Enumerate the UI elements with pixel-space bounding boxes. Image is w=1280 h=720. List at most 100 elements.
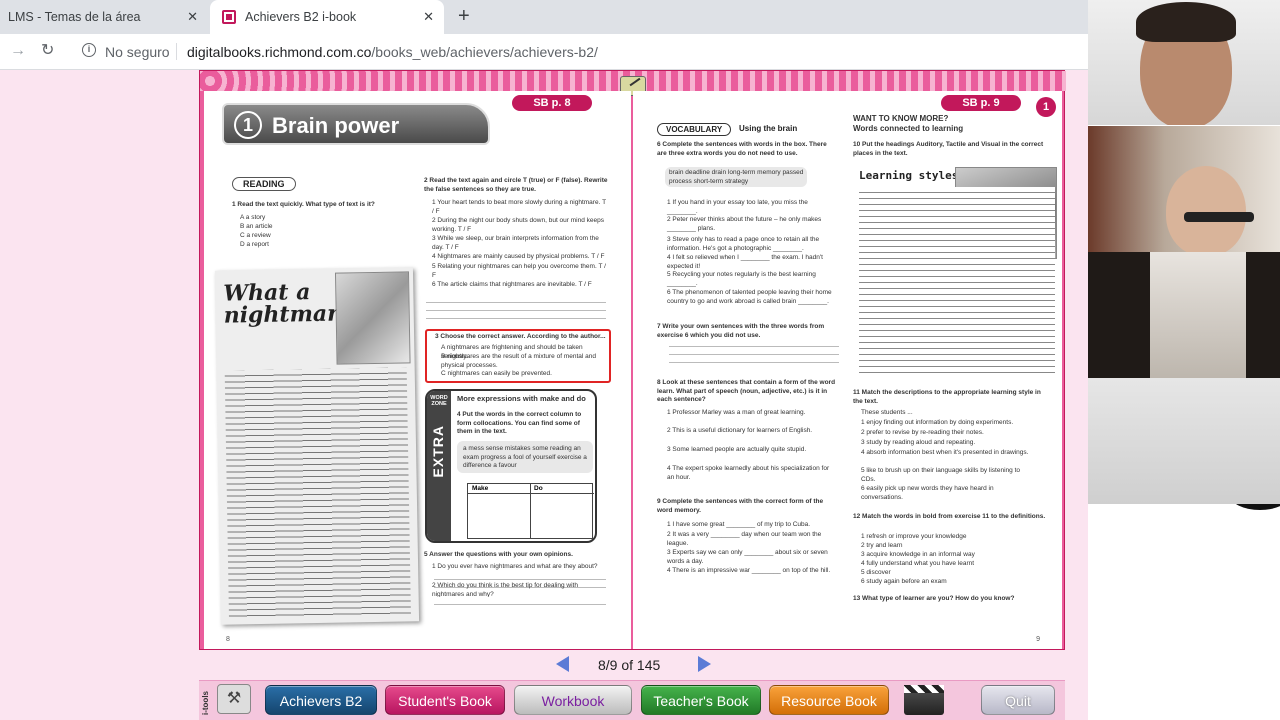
extra-title: More expressions with make and do xyxy=(457,394,586,403)
tab-label: LMS - Temas de la área xyxy=(8,10,141,24)
participant-video-5 xyxy=(1088,504,1280,720)
exercise-2: 2 Read the text again and circle T (true… xyxy=(424,177,608,193)
exercise-12: 12 Match the words in bold from exercise… xyxy=(853,513,1046,520)
url-host: digitalbooks.richmond.com.co xyxy=(187,44,372,60)
tab-lms[interactable]: LMS - Temas de la área ✕ xyxy=(0,0,208,34)
video-clapper-icon[interactable] xyxy=(904,685,944,715)
ex2-item: 5 Relating your nightmares can help you … xyxy=(432,263,606,279)
itools-label: i-tools xyxy=(201,691,210,715)
close-icon[interactable]: ✕ xyxy=(187,9,198,25)
make-do-table[interactable]: Make Do xyxy=(467,483,594,539)
page-indicator: 8/9 of 145 xyxy=(598,657,661,673)
ex9-item: 4 There is an impressive war ________ on… xyxy=(667,567,831,574)
reload-icon[interactable]: ↻ xyxy=(41,42,54,60)
workbook-button[interactable]: Workbook xyxy=(514,685,632,715)
ex8-item: 2 This is a useful dictionary for learne… xyxy=(667,427,813,434)
page-navigator: 8/9 of 145 xyxy=(556,656,716,674)
info-icon[interactable]: i xyxy=(82,43,96,57)
ex11-item: 4 absorb information best when it's pres… xyxy=(861,449,1029,456)
richmond-favicon-icon xyxy=(222,10,236,24)
participant-video-4 xyxy=(1088,378,1280,504)
forward-arrow-icon[interactable]: → xyxy=(10,42,26,60)
ex11-item: These students ... xyxy=(861,409,913,416)
answer-lines xyxy=(426,295,606,325)
ex9-item: 3 Experts say we can only ________ about… xyxy=(667,549,828,565)
ex2-item: 2 During the night our body shuts down, … xyxy=(432,217,604,233)
exercise-3-highlight[interactable]: 3 Choose the correct answer. According t… xyxy=(425,329,611,383)
ex2-item: 4 Nightmares are mainly caused by physic… xyxy=(432,253,605,260)
extra-band: WORD ZONE EXTRA xyxy=(427,391,451,541)
unit-number: 1 xyxy=(234,111,262,139)
ex12-item: 6 study again before an exam xyxy=(861,578,947,585)
teachers-book-button[interactable]: Teacher's Book xyxy=(641,685,761,715)
exercise-9: 9 Complete the sentences with the correc… xyxy=(657,498,824,514)
resource-book-button[interactable]: Resource Book xyxy=(769,685,889,715)
ex12-item: 3 acquire knowledge in an informal way xyxy=(861,551,975,558)
url-input[interactable]: digitalbooks.richmond.com.co/books_web/a… xyxy=(187,44,598,60)
word-box: a mess sense mistakes some reading an ex… xyxy=(457,441,593,473)
tab-achievers[interactable]: Achievers B2 i-book ✕ xyxy=(210,0,444,34)
address-bar: → ↻ i No seguro digitalbooks.richmond.co… xyxy=(0,34,1088,70)
ex2-item: 6 The article claims that nightmares are… xyxy=(432,281,592,288)
exercise-4: 4 Put the words in the correct column to… xyxy=(457,411,582,435)
ex6-item: 2 Peter never thinks about the future – … xyxy=(667,216,822,232)
next-page-icon[interactable] xyxy=(698,656,711,672)
participant-video-3 xyxy=(1088,252,1280,378)
ex1-option: C a review xyxy=(240,232,271,239)
exercise-10: 10 Put the headings Auditory, Tactile an… xyxy=(853,141,1044,157)
left-page[interactable]: SB p. 8 1 Brain power READING 1 Read the… xyxy=(204,91,631,649)
learning-styles-text xyxy=(859,187,1055,373)
participant-silhouette xyxy=(1166,166,1246,252)
section-label-reading: READING xyxy=(232,177,296,191)
extra-word-zone-box: WORD ZONE EXTRA More expressions with ma… xyxy=(425,389,597,543)
word-box-words: a mess sense mistakes some reading an ex… xyxy=(463,445,587,469)
previous-page-icon[interactable] xyxy=(556,656,569,672)
students-book-button[interactable]: Student's Book xyxy=(385,685,505,715)
sb-page-badge: SB p. 9 xyxy=(941,95,1021,111)
word-box: brain deadline drain long-term memory pa… xyxy=(665,167,807,187)
url-path: /books_web/achievers/achievers-b2/ xyxy=(371,44,598,60)
want-to-know-more: WANT TO KNOW MORE? xyxy=(853,114,949,123)
exercise-7: 7 Write your own sentences with the thre… xyxy=(657,323,825,339)
participant-silhouette xyxy=(1230,504,1280,510)
exercise-6: 6 Complete the sentences with words in t… xyxy=(657,141,827,157)
ex3-option: C nightmares can easily be prevented. xyxy=(441,370,552,377)
extra-label: EXTRA xyxy=(430,425,446,478)
article-photo xyxy=(334,271,411,365)
ex1-option: A a story xyxy=(240,214,266,221)
ex6-item: 6 The phenomenon of talented people leav… xyxy=(667,289,832,305)
ibook-toolbar: i-tools ⚒ Achievers B2 Student's Book Wo… xyxy=(199,680,1065,720)
quit-button[interactable]: Quit xyxy=(981,685,1055,715)
article-body-text xyxy=(224,367,411,619)
magazine-article: What a nightmare! xyxy=(214,267,420,625)
ex1-option: B an article xyxy=(240,223,273,230)
ex11-item: 1 enjoy finding out information by doing… xyxy=(861,419,1014,426)
answer-lines xyxy=(434,597,606,607)
achievers-b2-button[interactable]: Achievers B2 xyxy=(265,685,377,715)
participant-background xyxy=(1150,252,1246,378)
ex1-option: D a report xyxy=(240,241,269,248)
vocabulary-subtitle: Using the brain xyxy=(739,124,798,133)
browser-tab-bar: LMS - Temas de la área ✕ Achievers B2 i-… xyxy=(0,0,1088,34)
tab-label: Achievers B2 i-book xyxy=(245,10,357,24)
ex6-item: 3 Steve only has to read a page once to … xyxy=(667,236,820,252)
screen: LMS - Temas de la área ✕ Achievers B2 i-… xyxy=(0,0,1280,720)
security-status[interactable]: No seguro xyxy=(105,44,170,60)
new-tab-icon[interactable]: + xyxy=(458,5,470,27)
ex11-item: 3 study by reading aloud and repeating. xyxy=(861,439,976,446)
ex2-item: 1 Your heart tends to beat more slowly d… xyxy=(432,199,606,215)
unit-corner-number: 1 xyxy=(1036,97,1056,117)
exercise-5: 5 Answer the questions with your own opi… xyxy=(424,551,573,558)
answer-lines xyxy=(669,339,839,363)
ex2-item: 3 While we sleep, our brain interprets i… xyxy=(432,235,599,251)
page-number: 8 xyxy=(226,636,230,643)
tools-icon[interactable]: ⚒ xyxy=(217,684,251,714)
ex6-item: 5 Recycling your notes regularly is the … xyxy=(667,271,816,287)
unit-title-banner: 1 Brain power xyxy=(222,103,490,145)
right-page[interactable]: SB p. 9 1 VOCABULARY Using the brain 6 C… xyxy=(633,91,1062,649)
close-icon[interactable]: ✕ xyxy=(423,9,434,25)
exercise-8: 8 Look at these sentences that contain a… xyxy=(657,379,836,403)
participant-hair xyxy=(1136,2,1236,42)
sb-page-badge: SB p. 8 xyxy=(512,95,592,111)
ex3-option: B nightmares are the result of a mixture… xyxy=(441,353,596,369)
